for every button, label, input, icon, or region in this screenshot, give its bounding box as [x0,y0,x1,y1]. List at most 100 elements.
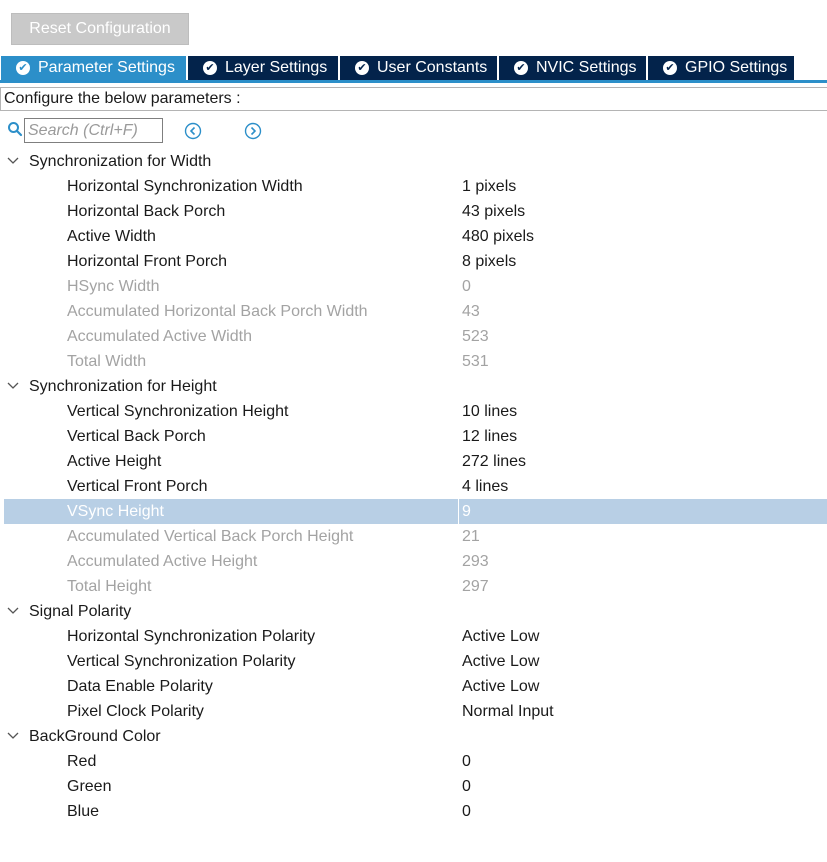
check-circle-icon: ✔ [16,61,30,75]
parameter-row[interactable]: Total Height 297 [0,574,827,599]
parameter-value: 9 [462,503,471,520]
parameter-value: 531 [462,353,489,370]
parameter-row[interactable]: Vertical Front Porch 4 lines [0,474,827,499]
group-label: Synchronization for Height [29,378,217,395]
parameter-value[interactable]: Active Low [462,674,539,699]
group-label: BackGround Color [29,728,161,745]
check-circle-icon: ✔ [514,61,528,75]
tab-user-constants[interactable]: ✔ User Constants [340,56,498,80]
parameter-row[interactable]: Vertical Synchronization Polarity Active … [0,649,827,674]
parameter-value[interactable]: 0 [462,749,471,774]
parameter-name: Active Height [67,453,162,470]
parameter-name: Accumulated Active Width [67,328,252,345]
parameter-row[interactable]: Active Width 480 pixels [0,224,827,249]
parameter-row[interactable]: Vertical Back Porch 12 lines [0,424,827,449]
reset-configuration-button[interactable]: Reset Configuration [11,13,189,45]
parameter-row[interactable]: Total Width 531 [0,349,827,374]
tab-label: Parameter Settings [38,59,175,76]
parameter-row[interactable]: Pixel Clock Polarity Normal Input [0,699,827,724]
parameter-value: 293 [462,553,489,570]
parameter-value: 43 [462,303,480,320]
parameter-name: Horizontal Front Porch [67,253,228,270]
parameter-value: 297 [462,578,489,595]
chevron-down-icon[interactable] [7,381,19,391]
parameter-value[interactable]: 10 lines [462,399,517,424]
tab-nvic-settings[interactable]: ✔ NVIC Settings [499,56,647,80]
parameter-value[interactable]: Normal Input [462,699,554,724]
group-label: Signal Polarity [29,603,132,620]
parameter-value: 0 [462,278,471,295]
parameter-row[interactable]: Horizontal Synchronization Width 1 pixels [0,174,827,199]
parameter-name: Horizontal Synchronization Width [67,178,303,195]
next-match-icon[interactable] [244,122,262,140]
check-circle-icon: ✔ [203,61,217,75]
parameter-row[interactable]: Horizontal Front Porch 8 pixels [0,249,827,274]
check-circle-icon: ✔ [663,61,677,75]
previous-match-icon[interactable] [184,122,202,140]
group-label: Synchronization for Width [29,153,212,170]
parameter-row[interactable]: Accumulated Vertical Back Porch Height 21 [0,524,827,549]
parameter-name: Pixel Clock Polarity [67,703,204,720]
chevron-down-icon[interactable] [7,156,19,166]
parameter-row[interactable]: Blue 0 [0,799,827,824]
tab-label: NVIC Settings [536,59,637,76]
parameter-row[interactable]: Data Enable Polarity Active Low [0,674,827,699]
parameter-name: HSync Width [67,278,160,295]
parameter-name: Green [67,778,112,795]
parameter-name: Accumulated Horizontal Back Porch Width [67,303,368,320]
parameter-row[interactable]: Horizontal Back Porch 43 pixels [0,199,827,224]
parameter-name: Accumulated Vertical Back Porch Height [67,528,354,545]
search-input[interactable] [24,118,163,143]
parameter-name: Total Width [67,353,147,370]
parameter-value[interactable]: 4 lines [462,474,508,499]
tab-gpio-settings[interactable]: ✔ GPIO Settings [648,56,795,80]
parameter-value[interactable]: 1 pixels [462,174,516,199]
parameter-value[interactable]: 0 [462,774,471,799]
tab-label: User Constants [377,59,488,76]
parameter-name: Vertical Back Porch [67,428,206,445]
parameter-name: Vertical Front Porch [67,478,208,495]
tab-parameter-settings[interactable]: ✔ Parameter Settings [1,56,187,80]
parameter-row[interactable]: Accumulated Active Width 523 [0,324,827,349]
group-header[interactable]: Synchronization for Width [0,149,827,174]
parameter-value: 523 [462,328,489,345]
parameter-value[interactable]: 272 lines [462,449,526,474]
group-header[interactable]: Signal Polarity [0,599,827,624]
parameter-value[interactable]: 8 pixels [462,249,516,274]
configure-caption: Configure the below parameters : [0,87,827,111]
parameter-row[interactable]: Red 0 [0,749,827,774]
parameter-value[interactable]: Active Low [462,624,539,649]
parameter-name: Vertical Synchronization Polarity [67,653,296,670]
parameter-value: 21 [462,528,480,545]
parameter-row[interactable]: Horizontal Synchronization Polarity Activ… [0,624,827,649]
parameter-name: Total Height [67,578,152,595]
chevron-down-icon[interactable] [7,606,19,616]
parameter-row[interactable]: Accumulated Active Height 293 [0,549,827,574]
parameter-value[interactable]: 12 lines [462,424,517,449]
group-header[interactable]: Synchronization for Height [0,374,827,399]
check-circle-icon: ✔ [355,61,369,75]
tab-label: GPIO Settings [685,59,788,76]
tab-layer-settings[interactable]: ✔ Layer Settings [188,56,339,80]
parameter-name: Accumulated Active Height [67,553,258,570]
parameter-tree: Synchronization for Width Horizontal Sync… [0,149,827,824]
parameter-row[interactable]: HSync Width 0 [0,274,827,299]
chevron-down-icon[interactable] [7,731,19,741]
tab-label: Layer Settings [225,59,328,76]
parameter-name: Blue [67,803,100,820]
tab-bar: ✔ Parameter Settings ✔ Layer Settings ✔ … [0,56,827,83]
parameter-row[interactable]: Accumulated Horizontal Back Porch Width 4… [0,299,827,324]
parameter-name: Data Enable Polarity [67,678,213,695]
parameter-value[interactable]: Active Low [462,649,539,674]
parameter-name: Vertical Synchronization Height [67,403,289,420]
parameter-row[interactable]: VSync Height 9 [4,499,827,524]
parameter-value[interactable]: 43 pixels [462,199,525,224]
parameter-name: Horizontal Synchronization Polarity [67,628,316,645]
parameter-value[interactable]: 480 pixels [462,224,534,249]
parameter-row[interactable]: Vertical Synchronization Height 10 lines [0,399,827,424]
parameter-name: Red [67,753,97,770]
parameter-value[interactable]: 0 [462,799,471,824]
parameter-row[interactable]: Green 0 [0,774,827,799]
parameter-row[interactable]: Active Height 272 lines [0,449,827,474]
group-header[interactable]: BackGround Color [0,724,827,749]
